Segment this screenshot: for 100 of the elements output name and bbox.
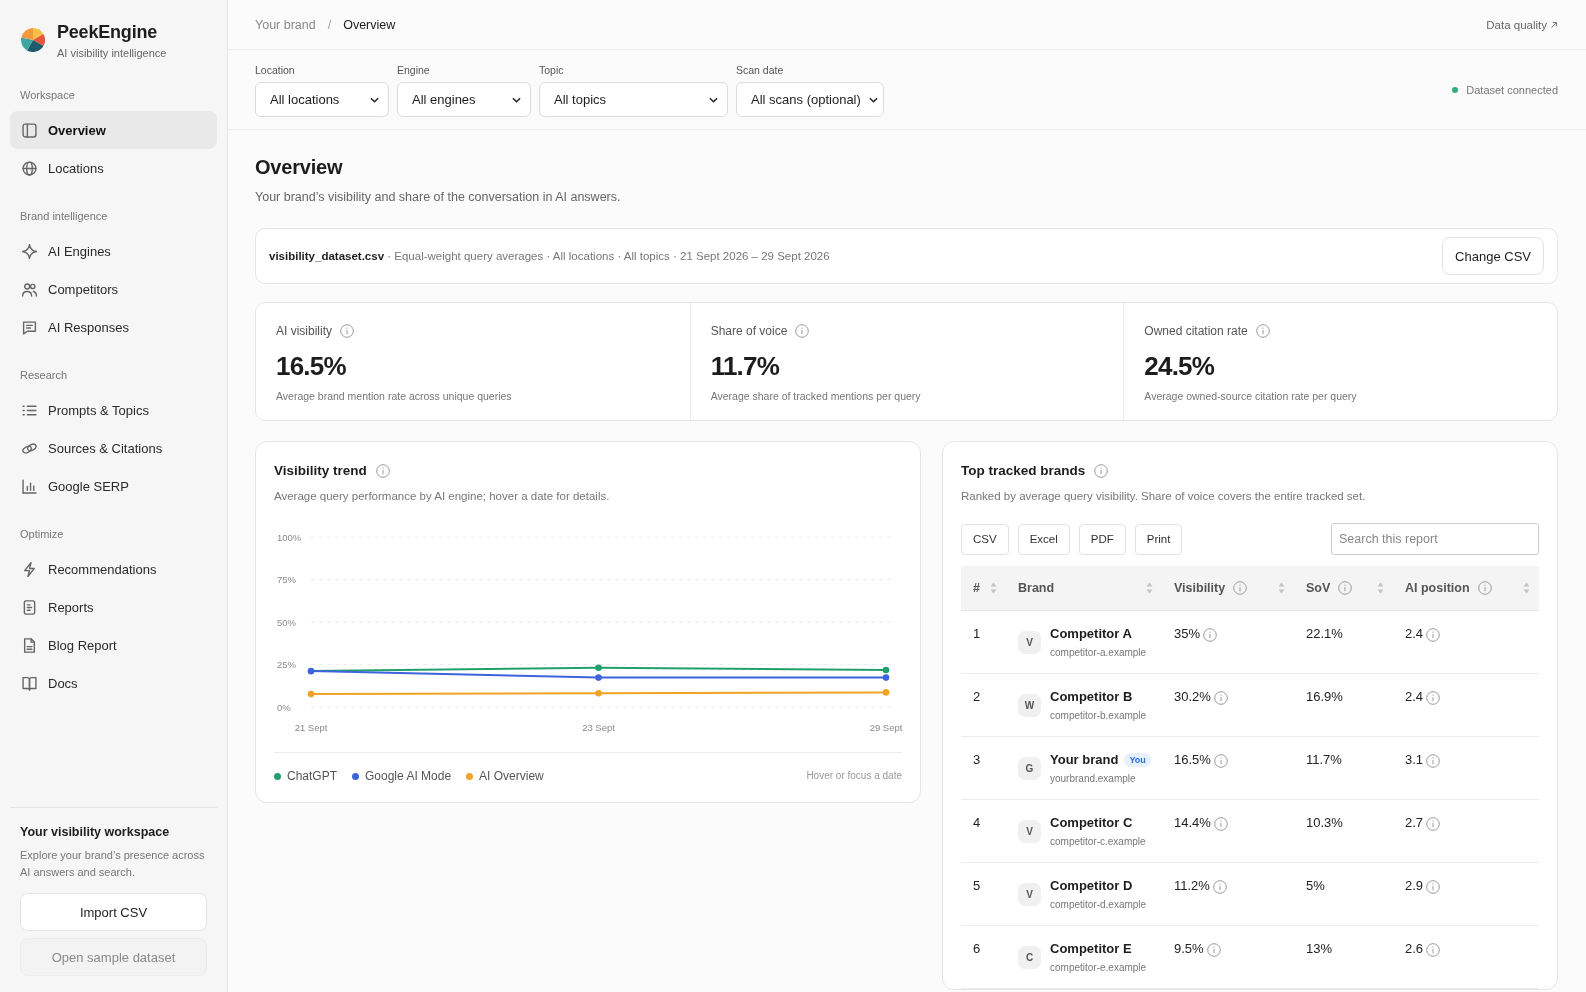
ai-position-cell: 2.7 — [1405, 814, 1424, 832]
info-icon[interactable] — [1426, 691, 1441, 705]
info-icon[interactable] — [1203, 628, 1218, 642]
filter-select[interactable]: All topics — [539, 82, 728, 117]
info-icon[interactable] — [1255, 324, 1270, 338]
arrow-up-right-icon — [1550, 20, 1558, 29]
column-header[interactable]: # — [973, 581, 980, 595]
info-icon[interactable] — [1212, 880, 1227, 894]
data-point[interactable] — [307, 667, 315, 675]
export-button[interactable]: Print — [1134, 523, 1183, 555]
kpi-value: 16.5% — [276, 350, 347, 383]
sov-cell: 13% — [1306, 940, 1333, 958]
kpi-description: Average share of tracked mentions per query — [710, 389, 922, 404]
page-subtitle: Your brand’s visibility and share of the conversation in AI answers. — [255, 189, 622, 206]
search-field[interactable]: Search this report — [1331, 523, 1539, 555]
nav-item[interactable]: Google SERP — [10, 467, 217, 505]
visibility-cell: 9.5% — [1174, 940, 1204, 958]
nav-item[interactable]: Docs — [10, 664, 217, 702]
brand-avatar: V — [1018, 883, 1041, 906]
kpi-label: AI visibility — [276, 323, 332, 339]
info-icon[interactable] — [1094, 463, 1109, 478]
info-icon[interactable] — [1477, 581, 1492, 595]
export-button[interactable]: CSV — [961, 523, 1009, 555]
brand-name: Competitor E — [1050, 940, 1132, 958]
breadcrumb-item[interactable]: Your brand — [255, 17, 316, 32]
people-icon — [22, 281, 37, 297]
nav-item[interactable]: Overview — [10, 111, 217, 149]
info-icon[interactable] — [1233, 581, 1248, 595]
sov-cell: 10.3% — [1306, 814, 1343, 832]
info-icon[interactable] — [1213, 754, 1228, 768]
data-quality-link[interactable]: Data quality — [1486, 18, 1558, 31]
column-header[interactable]: AI position — [1405, 581, 1470, 595]
brand-avatar: V — [1018, 631, 1041, 654]
info-icon[interactable] — [1426, 880, 1441, 894]
filter-select[interactable]: All engines — [397, 82, 531, 117]
info-icon[interactable] — [1426, 628, 1441, 642]
info-icon[interactable] — [1213, 691, 1228, 705]
workspace-button[interactable]: Import CSV — [20, 893, 207, 931]
column-header[interactable]: SoV — [1306, 581, 1331, 595]
nav-section-label: Workspace — [20, 88, 76, 102]
brand-domain: competitor-d.example — [1050, 898, 1147, 912]
visibility-cell: 14.4% — [1174, 814, 1211, 832]
sort-icon[interactable] — [990, 582, 997, 594]
info-icon[interactable] — [1338, 581, 1353, 595]
nav-item[interactable]: Competitors — [10, 270, 217, 308]
sort-icon[interactable] — [1278, 582, 1285, 594]
data-point[interactable] — [882, 666, 890, 674]
data-point[interactable] — [595, 664, 602, 672]
ai-position-cell: 2.6 — [1405, 940, 1424, 958]
filter-select[interactable]: All locations — [255, 82, 389, 117]
data-point[interactable] — [882, 674, 890, 681]
filter-label: Engine — [397, 63, 431, 77]
nav-section-label: Research — [20, 368, 69, 382]
sov-cell: 5% — [1306, 877, 1325, 895]
column-header[interactable]: Brand — [1018, 581, 1055, 595]
info-icon[interactable] — [1426, 943, 1441, 957]
nav-item[interactable]: Sources & Citations — [10, 429, 217, 467]
sort-icon[interactable] — [1146, 582, 1153, 594]
column-header[interactable]: Visibility — [1174, 581, 1226, 595]
export-button[interactable]: Excel — [1017, 523, 1070, 555]
info-icon[interactable] — [1426, 817, 1441, 831]
info-icon[interactable] — [1206, 943, 1221, 957]
nav-item[interactable]: Reports — [10, 588, 217, 626]
rank-cell: 2 — [973, 688, 981, 706]
info-icon[interactable] — [340, 324, 354, 338]
ai-position-cell: 2.4 — [1405, 625, 1424, 643]
export-button[interactable]: PDF — [1078, 523, 1126, 555]
info-icon[interactable] — [375, 463, 390, 478]
sov-cell: 11.7% — [1306, 751, 1342, 769]
nav-item[interactable]: Blog Report — [10, 626, 217, 664]
change-csv-button[interactable]: Change CSV — [1442, 237, 1544, 275]
sort-icon[interactable] — [1377, 582, 1384, 594]
data-point[interactable] — [595, 674, 602, 681]
visibility-cell: 11.2% — [1174, 877, 1210, 895]
globe-icon — [22, 160, 37, 176]
filter-label: Location — [255, 63, 296, 77]
sort-icon[interactable] — [1523, 582, 1530, 594]
kpi-value: 24.5% — [1144, 350, 1216, 383]
x-axis-label: 21 Sept — [294, 722, 328, 733]
breadcrumb-separator: / — [327, 17, 332, 32]
chevron-down-icon — [709, 96, 718, 103]
info-icon[interactable] — [795, 324, 810, 338]
nav-item[interactable]: Locations — [10, 149, 217, 187]
brand-avatar: W — [1018, 694, 1041, 717]
rank-cell: 5 — [973, 877, 981, 895]
y-axis-label: 0% — [277, 701, 291, 713]
file-icon — [22, 637, 37, 653]
nav-item[interactable]: AI Responses — [10, 308, 217, 346]
brand-avatar: C — [1018, 946, 1041, 969]
nav-item[interactable]: Prompts & Topics — [10, 391, 217, 429]
brand-domain: competitor-e.example — [1050, 961, 1147, 975]
info-icon[interactable] — [1213, 817, 1228, 831]
filter-select[interactable]: All scans (optional) — [736, 82, 884, 117]
info-icon[interactable] — [1426, 754, 1441, 768]
nav-item[interactable]: Recommendations — [10, 550, 217, 588]
book-icon — [22, 675, 37, 691]
brand-avatar: V — [1018, 820, 1041, 843]
brand-domain: competitor-a.example — [1050, 646, 1147, 660]
nav-item[interactable]: AI Engines — [10, 232, 217, 270]
rank-cell: 4 — [973, 814, 981, 832]
